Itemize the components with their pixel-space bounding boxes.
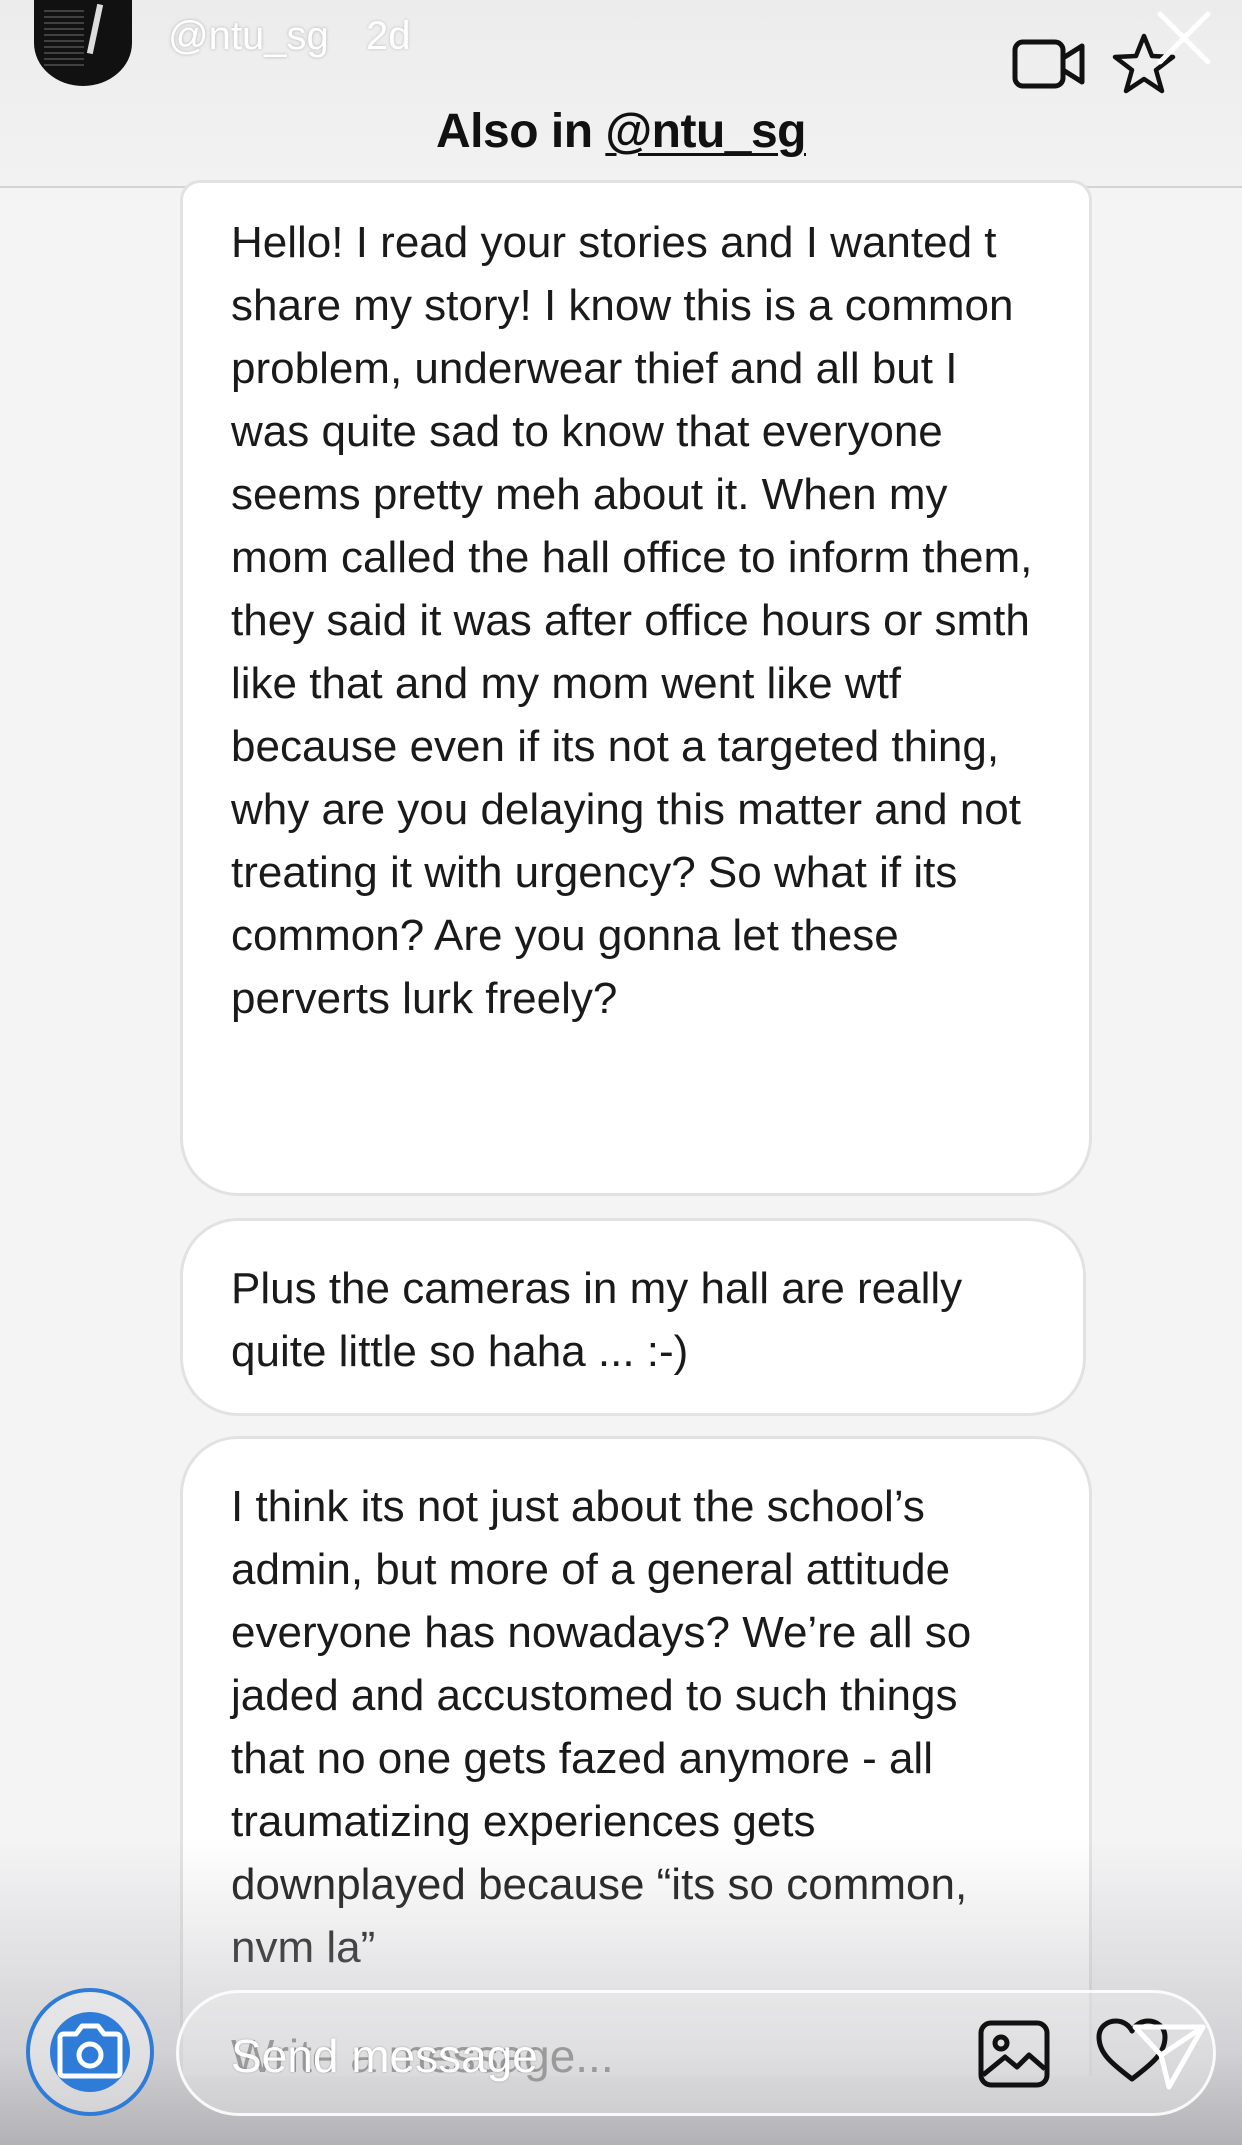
message-text: Hello! I read your stories and I wanted … [231, 218, 1033, 1023]
page-title: Also in @ntu_sg [0, 104, 1242, 159]
message-input[interactable]: Write a message... Send message [176, 1990, 1216, 2116]
close-icon[interactable] [1152, 6, 1216, 70]
reply-bar: Write a message... Send message [0, 1960, 1242, 2145]
send-message-label: Send message [231, 2030, 538, 2082]
avatar-image-texture [44, 10, 84, 66]
story-header: @ntu_sg 2d Also in @ntu_sg [0, 0, 1242, 188]
avatar-image-stripe [86, 3, 104, 55]
video-camera-icon[interactable] [1012, 34, 1086, 94]
camera-button[interactable] [26, 1988, 154, 2116]
title-account-link[interactable]: @ntu_sg [605, 105, 806, 158]
story-timestamp: 2d [366, 14, 411, 58]
gallery-icon[interactable] [977, 2019, 1051, 2089]
camera-icon [57, 2023, 123, 2079]
message-bubble: Plus the cameras in my hall are really q… [180, 1218, 1086, 1416]
message-text: I think its not just about the school’s … [231, 1482, 972, 1972]
message-text: Plus the cameras in my hall are really q… [231, 1264, 963, 1376]
send-icon[interactable] [1131, 2021, 1207, 2091]
title-prefix: Also in [436, 105, 606, 158]
avatar[interactable] [34, 0, 132, 86]
story-username[interactable]: @ntu_sg [168, 14, 329, 59]
message-bubble: Hello! I read your stories and I wanted … [180, 180, 1092, 1196]
